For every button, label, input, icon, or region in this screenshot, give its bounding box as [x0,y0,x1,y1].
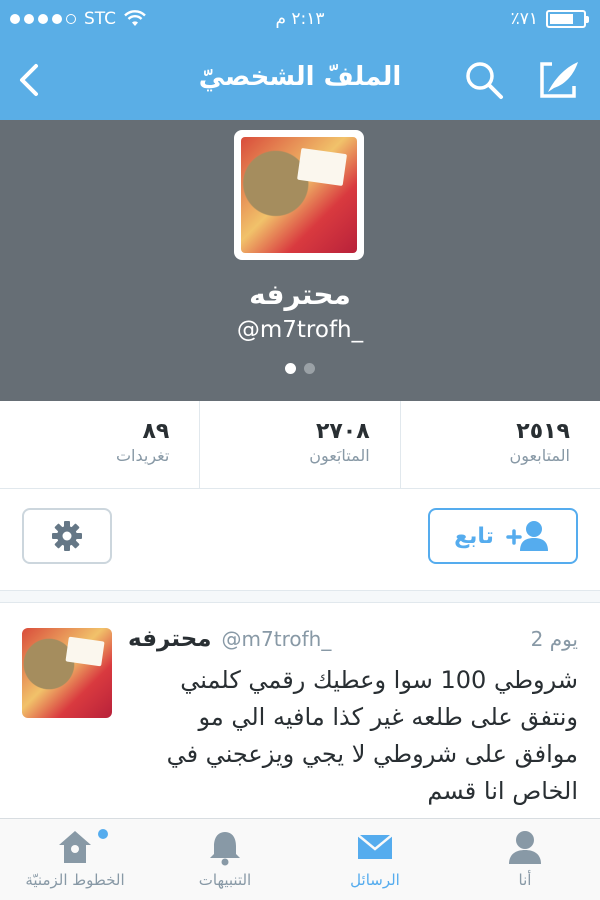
tab-me[interactable]: أنا [450,819,600,900]
tweet-avatar[interactable] [22,628,112,718]
tweet-avatar-image [22,628,112,718]
pager-dot-1[interactable] [285,363,296,374]
stat-tweets-label: تغريدات [115,446,170,465]
page-title: الملفّ الشخصيّ [198,62,402,92]
tweet-header: محترفه @m7trofh_ 2 يوم [128,626,578,656]
stat-tweets[interactable]: ٨٩ تغريدات [0,401,199,488]
tab-messages[interactable]: الرسائل [300,819,450,900]
tweet-author-name[interactable]: محترفه [128,626,212,652]
profile-avatar[interactable] [234,130,364,260]
tab-timelines[interactable]: الخطوط الزمنيّة [0,819,150,900]
stat-following[interactable]: ٢٧٠٨ المتابَعون [199,401,399,488]
stat-following-label: المتابَعون [309,446,370,465]
tweet-text: شروطي 100 سوا وعطيك رقمي كلمني ونتفق على… [166,666,578,805]
home-icon [59,831,91,863]
tab-me-label: أنا [518,871,532,889]
stat-followers[interactable]: ٢٥١٩ المتابعون [399,401,600,488]
battery-percent: ٪٧١ [510,9,538,29]
tab-timelines-label: الخطوط الزمنيّة [25,871,125,889]
gear-icon [52,521,82,551]
user-icon [509,831,541,864]
tab-notifications[interactable]: التنبيهات [150,819,300,900]
profile-actions: تابع [0,489,600,591]
settings-button[interactable] [22,508,112,564]
tab-notifications-label: التنبيهات [198,871,252,889]
profile-name: محترفه [249,278,351,311]
battery-icon [546,10,589,28]
status-right: ٪٧١ [510,9,589,29]
tweet-avatar-card-shape [65,636,105,667]
avatar-image [241,137,357,253]
follow-button[interactable]: تابع [428,508,578,564]
tweet-item[interactable]: محترفه @m7trofh_ 2 يوم شروطي 100 سوا وعط… [0,604,600,818]
section-divider [0,591,600,603]
nav-bar: الملفّ الشخصيّ [0,40,600,120]
tweet-author-handle[interactable]: @m7trofh_ [222,627,332,651]
avatar-card-shape [296,147,348,187]
search-button[interactable] [462,58,506,102]
pager-dot-2[interactable] [304,363,315,374]
search-icon [466,62,503,99]
header-pager[interactable] [0,363,600,374]
profile-header: محترفه @m7trofh_ [0,120,600,401]
status-bar: STC ٢:١٣ م ٪٧١ [0,0,600,40]
stat-tweets-count: ٨٩ [142,419,170,444]
follow-label: تابع [454,523,494,549]
tab-messages-label: الرسائل [350,871,400,889]
stat-following-count: ٢٧٠٨ [315,419,370,444]
profile-handle: @m7trofh_ [236,317,364,343]
tab-bar: الخطوط الزمنيّة التنبيهات الرسائل أنا [0,818,600,900]
envelope-icon [357,834,393,859]
bell-icon [210,832,240,866]
compose-icon [540,62,578,98]
notification-dot [98,829,108,839]
compose-button[interactable] [532,56,582,104]
profile-stats: ٨٩ تغريدات ٢٧٠٨ المتابَعون ٢٥١٩ المتابعو… [0,401,600,489]
add-user-icon [506,521,548,551]
tweet-timestamp: 2 يوم [530,627,578,651]
stat-followers-label: المتابعون [509,446,570,465]
stat-followers-count: ٢٥١٩ [516,419,570,444]
